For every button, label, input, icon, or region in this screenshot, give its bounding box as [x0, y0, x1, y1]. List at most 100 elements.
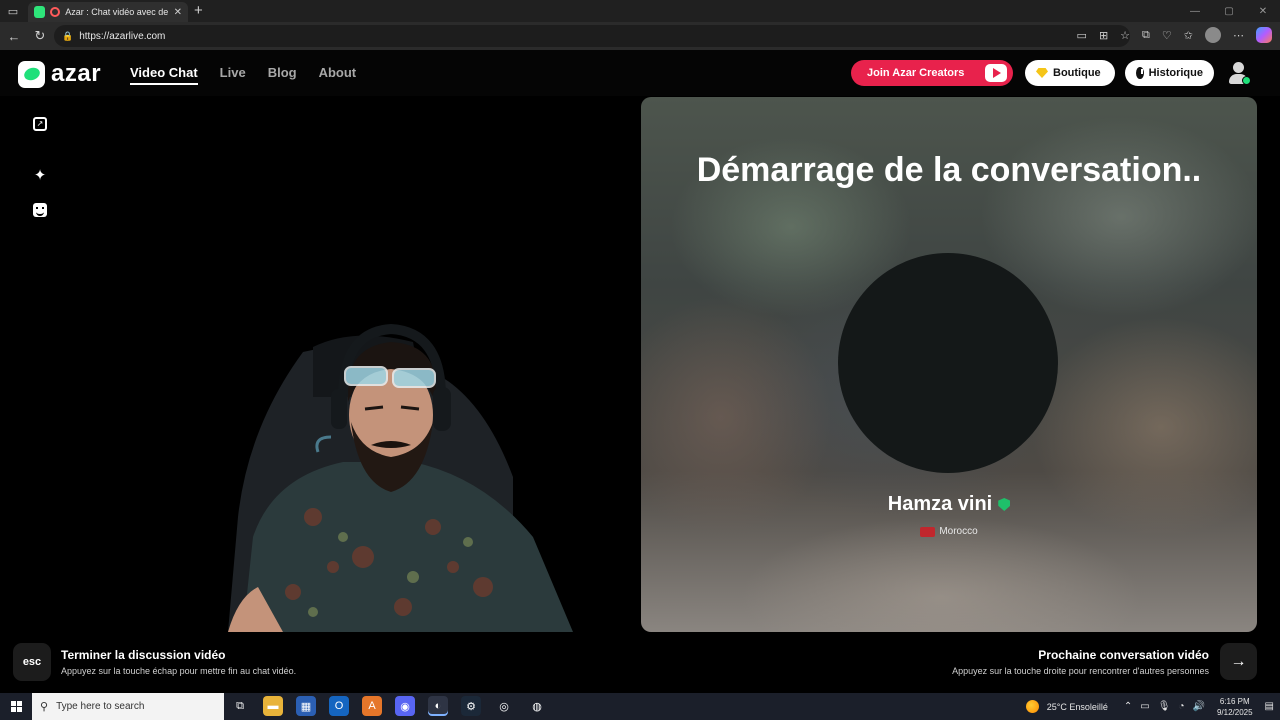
historique-label: Historique — [1148, 67, 1203, 79]
minimize-icon[interactable]: — — [1178, 0, 1212, 22]
outlook-icon[interactable]: O — [329, 696, 349, 716]
obs-icon[interactable]: ◎ — [494, 696, 514, 716]
taskbar-apps: ⧉ ▬ ▦ O A ◉ ◐ ⚙ ◎ ◍ — [230, 696, 547, 716]
start-button[interactable] — [0, 693, 32, 720]
peer-name: Hamza vini — [887, 493, 993, 515]
end-chat-hint: Terminer la discussion vidéo Appuyez sur… — [61, 648, 296, 676]
recorder-icon[interactable]: ◍ — [527, 696, 547, 716]
peer-video-panel: Démarrage de la conversation.. Hamza vin… — [641, 97, 1257, 632]
file-explorer-icon[interactable]: ▬ — [263, 696, 283, 716]
store-icon[interactable]: ▦ — [296, 696, 316, 716]
peer-name-row: Hamza vini — [641, 493, 1257, 516]
sparkle-effects-icon[interactable]: ✦ — [33, 168, 47, 183]
site-header: azar Video Chat Live Blog About Join Aza… — [0, 50, 1280, 96]
expand-icon[interactable]: ↗ — [33, 117, 47, 131]
show-hidden-icons-icon[interactable]: ⌃ — [1124, 701, 1132, 712]
webcam-feed — [228, 323, 573, 632]
creators-label: Join Azar Creators — [867, 67, 965, 79]
keyboard-hints-bar: esc Terminer la discussion vidéo Appuyez… — [0, 634, 1280, 692]
esc-key-button[interactable]: esc — [13, 643, 51, 681]
search-placeholder: Type here to search — [56, 701, 145, 712]
favorites-icon[interactable]: ✩ — [1184, 29, 1193, 42]
peer-avatar — [838, 253, 1058, 473]
my-video-panel: ↗ ✦ — [13, 97, 630, 632]
windows-logo-icon — [10, 701, 22, 712]
task-view-icon[interactable]: ⧉ — [230, 696, 250, 716]
verified-badge-icon — [998, 498, 1011, 511]
tab-close-icon[interactable]: ✕ — [174, 7, 182, 18]
window-controls: — ▢ ✕ — [1178, 0, 1280, 22]
next-chat-title: Prochaine conversation vidéo — [1038, 648, 1209, 662]
windows-taskbar: ⚲ Type here to search ⧉ ▬ ▦ O A ◉ ◐ ⚙ ◎ … — [0, 693, 1280, 720]
favorite-star-icon[interactable]: ☆ — [1120, 29, 1130, 42]
wifi-icon[interactable]: ◔ — [1178, 701, 1184, 712]
app-available-icon[interactable]: ⊞ — [1099, 29, 1108, 42]
notifications-icon[interactable]: ▤ — [1265, 701, 1274, 712]
site-info-icon[interactable]: 🔒 — [62, 31, 73, 42]
more-menu-icon[interactable]: ⋯ — [1233, 29, 1244, 42]
boutique-label: Boutique — [1053, 67, 1101, 79]
address-bar[interactable]: 🔒 https://azarlive.com — [54, 25, 1130, 47]
steam-icon[interactable]: ⚙ — [461, 696, 481, 716]
tab-title: Azar : Chat vidéo avec de nouveaux amis — [65, 7, 169, 17]
boutique-button[interactable]: Boutique — [1025, 60, 1115, 86]
online-status-icon — [1242, 76, 1251, 85]
taskbar-search[interactable]: ⚲ Type here to search — [32, 693, 224, 720]
camera-indicator-icon[interactable]: ▭ — [1077, 29, 1087, 42]
tab-actions-icon[interactable]: ▭ — [0, 0, 26, 22]
gem-icon — [1036, 68, 1048, 78]
peer-country: Morocco — [939, 526, 978, 537]
main-nav: Video Chat Live Blog About — [130, 65, 357, 85]
user-profile-icon[interactable] — [1228, 62, 1251, 86]
face-filter-icon[interactable] — [33, 203, 47, 217]
toolbar-extensions: ▭ ⊞ ☆ ⧉ ♡ ✩ ⋯ — [1077, 27, 1272, 43]
peer-country-row: Morocco — [641, 526, 1257, 537]
nav-live[interactable]: Live — [220, 65, 246, 80]
end-chat-title: Terminer la discussion vidéo — [61, 648, 226, 662]
nav-about[interactable]: About — [319, 65, 357, 80]
historique-button[interactable]: Historique — [1125, 60, 1214, 86]
recording-indicator-icon — [50, 7, 61, 17]
azar-logo-icon — [18, 60, 45, 88]
refresh-icon[interactable]: ↻ — [28, 24, 52, 48]
nav-blog[interactable]: Blog — [268, 65, 297, 80]
play-icon — [985, 64, 1007, 82]
connection-status-title: Démarrage de la conversation.. — [696, 151, 1202, 189]
next-chat-subtitle: Appuyez sur la touche droite pour rencon… — [952, 666, 1209, 676]
tab-favicon-icon — [34, 6, 46, 18]
clock-icon — [1136, 67, 1144, 79]
weather-text[interactable]: 25°C Ensoleillé — [1047, 702, 1108, 712]
end-chat-subtitle: Appuyez sur la touche échap pour mettre … — [61, 666, 297, 676]
next-chat-hint: Prochaine conversation vidéo Appuyez sur… — [952, 648, 1209, 676]
morocco-flag-icon — [920, 526, 936, 537]
clock-time: 6:16 PM — [1219, 696, 1250, 706]
browser-tabbar: ▭ Azar : Chat vidéo avec de nouveaux ami… — [0, 0, 1280, 22]
network-icon[interactable]: ▭ — [1140, 701, 1149, 712]
azar-logo[interactable]: azar — [18, 60, 101, 88]
profile-avatar-icon[interactable] — [1205, 27, 1221, 43]
url-text: https://azarlive.com — [79, 30, 166, 42]
search-icon: ⚲ — [40, 701, 49, 713]
nav-video-chat[interactable]: Video Chat — [130, 65, 198, 85]
app-a-icon[interactable]: A — [362, 696, 382, 716]
logo-text: azar — [51, 60, 102, 87]
back-icon[interactable]: ← — [2, 24, 26, 48]
browser-tab[interactable]: Azar : Chat vidéo avec de nouveaux amis … — [28, 2, 188, 22]
browser-essentials-icon[interactable]: ♡ — [1162, 29, 1172, 42]
new-tab-icon[interactable]: + — [194, 2, 203, 20]
join-creators-button[interactable]: Join Azar Creators — [851, 60, 1013, 86]
weather-sun-icon — [1025, 700, 1039, 713]
system-tray: 25°C Ensoleillé ⌃ ▭ 🎙 ◔ 🔊 6:16 PM 9/12/2… — [1025, 693, 1280, 720]
microphone-icon[interactable]: 🎙 — [1158, 701, 1171, 712]
clock-date: 9/12/2025 — [1216, 707, 1253, 717]
maximize-icon[interactable]: ▢ — [1212, 0, 1246, 22]
copilot-icon[interactable] — [1256, 27, 1272, 43]
volume-icon[interactable]: 🔊 — [1193, 701, 1205, 712]
extensions-icon[interactable]: ⧉ — [1142, 29, 1150, 42]
taskbar-clock[interactable]: 6:16 PM 9/12/2025 — [1217, 696, 1253, 718]
arrow-right-icon[interactable]: → — [1220, 643, 1257, 680]
edge-icon[interactable]: ◐ — [428, 696, 448, 716]
discord-icon[interactable]: ◉ — [395, 696, 415, 716]
browser-toolbar: ← ↻ 🔒 https://azarlive.com ▭ ⊞ ☆ ⧉ ♡ ✩ ⋯ — [0, 22, 1280, 50]
close-window-icon[interactable]: ✕ — [1246, 0, 1280, 22]
